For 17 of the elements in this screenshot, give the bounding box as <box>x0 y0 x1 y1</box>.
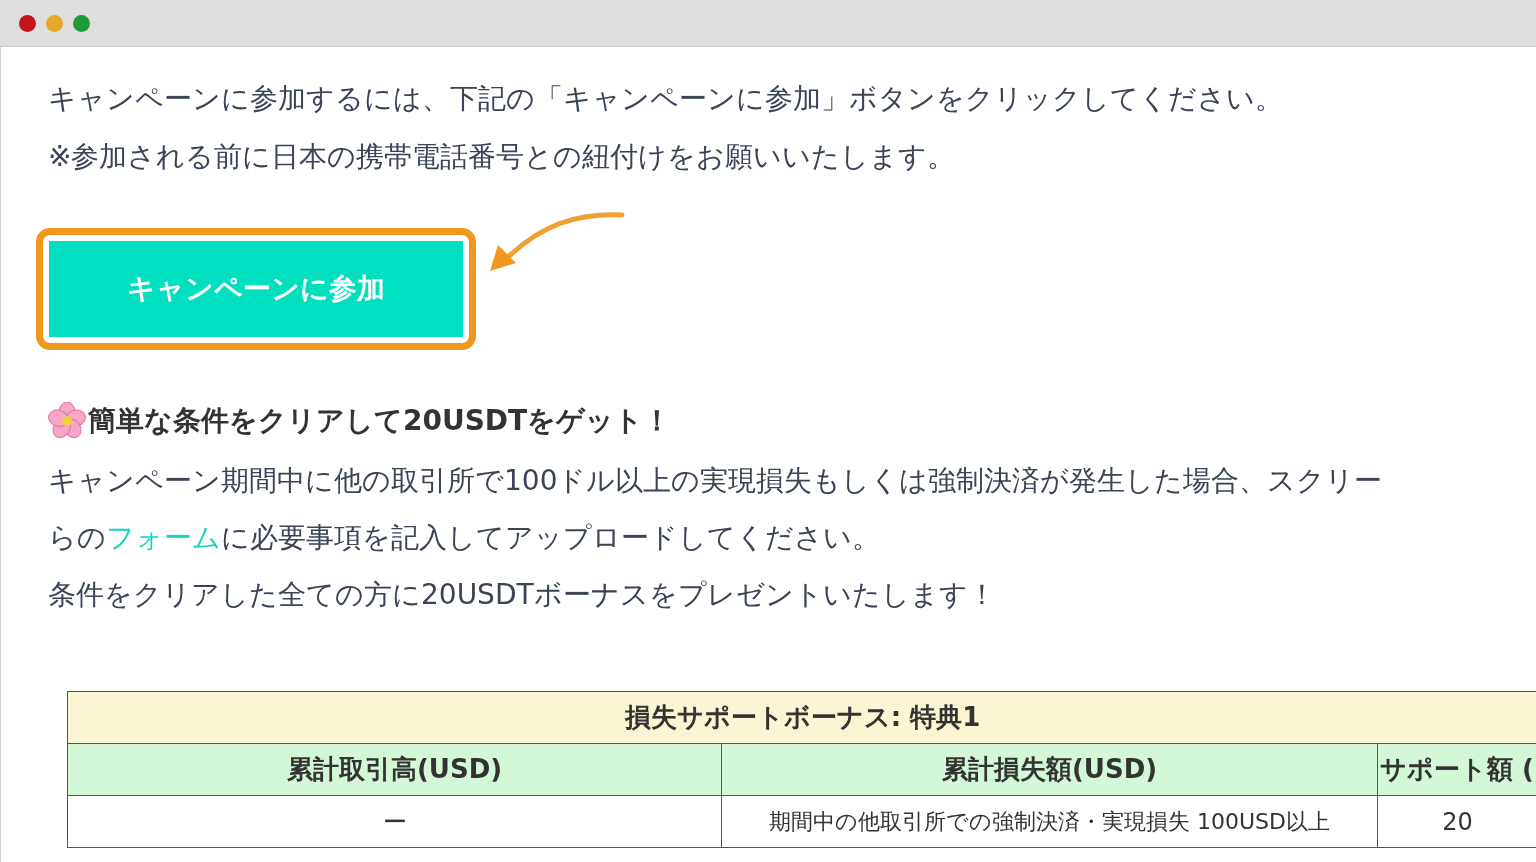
column-header: 累計取引高(USD) <box>67 743 722 796</box>
bonus-description: 条件をクリアした全ての方に20USDTボーナスをプレゼントいたします！ <box>48 579 996 611</box>
form-link[interactable]: フォーム <box>106 521 221 554</box>
bonus-heading: 簡単な条件をクリアして20USDTをゲット！ <box>88 405 672 437</box>
window-button[interactable] <box>73 14 90 32</box>
bonus-description: らのフォームに必要事項を記入してアップロードしてください。 <box>48 522 880 554</box>
column-header: サポート額 ( <box>1377 743 1536 796</box>
instruction-text: キャンペーンに参加するには、下記の「キャンペーンに参加」ボタンをクリックしてください。 <box>48 83 1283 115</box>
table-title: 損失サポートボーナス: 特典1 <box>67 691 1536 744</box>
bonus-description: キャンペーン期間中に他の取引所で100ドル以上の実現損失もしくは強制決済が発生した場合、スクリー <box>48 465 1383 497</box>
flower-icon <box>48 402 86 440</box>
table-cell: ー <box>67 795 722 848</box>
table-cell: 期間中の他取引所での強制決済・実現損失 100USD以上 <box>721 795 1378 848</box>
join-campaign-button[interactable]: キャンペーンに参加 <box>36 228 476 350</box>
window-button[interactable] <box>19 14 36 32</box>
instruction-text: ※参加される前に日本の携帯電話番号との紐付けをお願いいたします。 <box>48 141 956 173</box>
column-header: 累計損失額(USD) <box>721 743 1378 796</box>
